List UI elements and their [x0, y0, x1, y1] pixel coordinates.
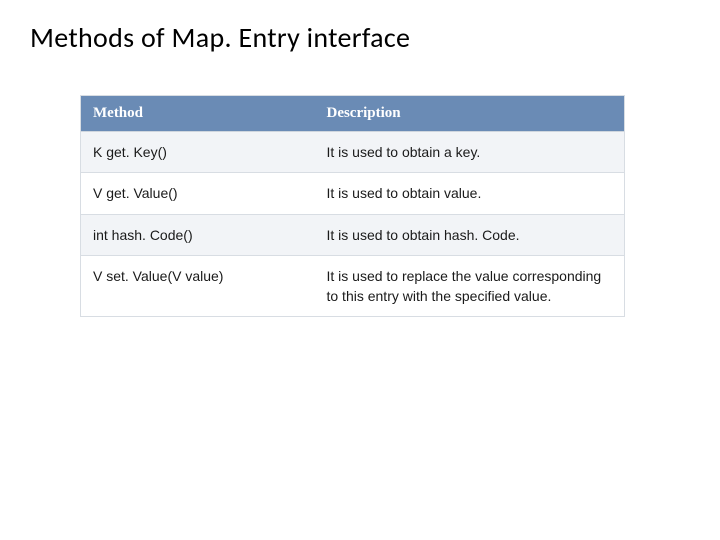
cell-method: V get. Value()	[81, 173, 314, 214]
table-header-row: Method Description	[81, 96, 624, 132]
table-row: V get. Value() It is used to obtain valu…	[81, 173, 624, 214]
cell-method: int hash. Code()	[81, 214, 314, 255]
cell-description: It is used to obtain value.	[314, 173, 624, 214]
table-row: K get. Key() It is used to obtain a key.	[81, 132, 624, 173]
col-header-description: Description	[314, 96, 624, 132]
cell-description: It is used to obtain a key.	[314, 132, 624, 173]
cell-description: It is used to obtain hash. Code.	[314, 214, 624, 255]
table-row: int hash. Code() It is used to obtain ha…	[81, 214, 624, 255]
page-title: Methods of Map. Entry interface	[30, 20, 690, 55]
methods-table-wrap: Method Description K get. Key() It is us…	[80, 95, 625, 317]
col-header-method: Method	[81, 96, 314, 132]
cell-method: V set. Value(V value)	[81, 255, 314, 316]
table-row: V set. Value(V value) It is used to repl…	[81, 255, 624, 316]
slide: Methods of Map. Entry interface Method D…	[0, 0, 720, 540]
methods-table: Method Description K get. Key() It is us…	[81, 96, 624, 316]
cell-description: It is used to replace the value correspo…	[314, 255, 624, 316]
cell-method: K get. Key()	[81, 132, 314, 173]
